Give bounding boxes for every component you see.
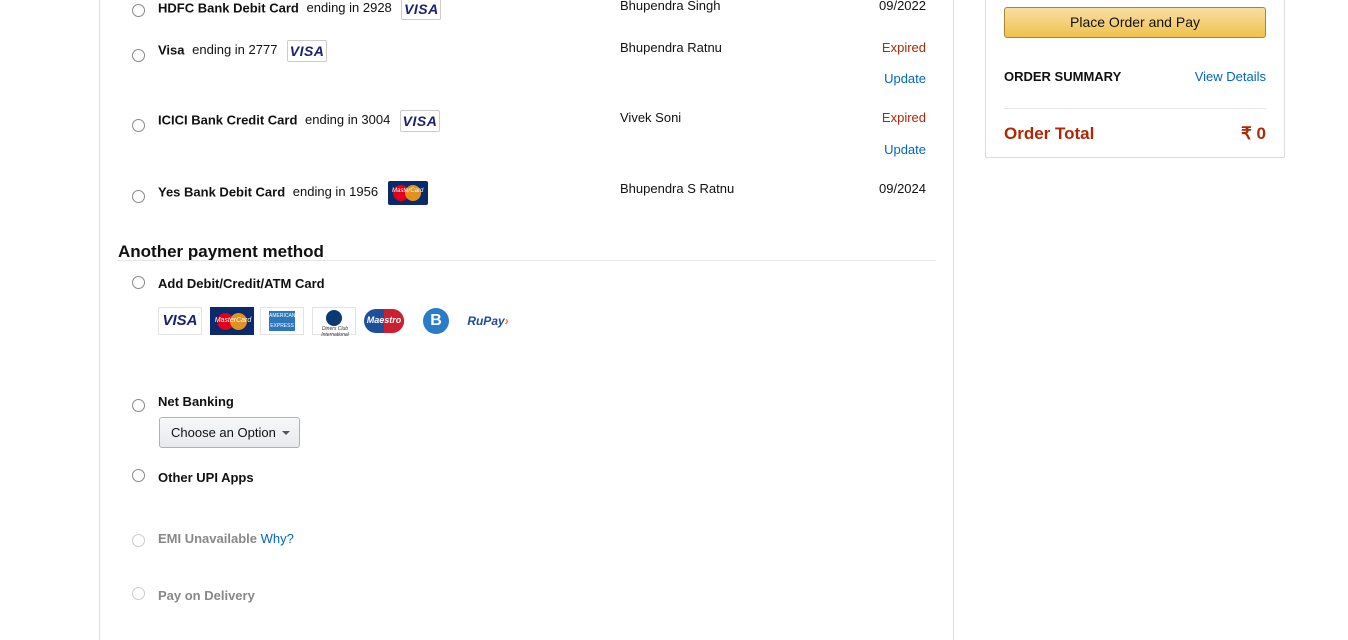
another-payment-title: Another payment method [118, 242, 324, 261]
order-total-label: Order Total [1004, 124, 1095, 143]
diners-club-icon: Diners Club International [312, 307, 356, 338]
card-ending: ending in 2777 [192, 42, 278, 58]
saved-card-row[interactable]: HDFC Bank Debit Card ending in 2928 VISA… [100, 0, 955, 28]
mastercard-icon: MasterCard [210, 307, 254, 335]
update-card-link[interactable]: Update [884, 71, 926, 86]
section-divider [118, 260, 936, 261]
card-expiry: 09/2022 [879, 0, 926, 13]
add-card-radio[interactable] [132, 276, 145, 289]
payment-methods-panel: HDFC Bank Debit Card ending in 2928 VISA… [99, 0, 954, 640]
bhim-icon: B [414, 307, 458, 335]
visa-icon: VISA [399, 110, 440, 132]
card-bank-name: Visa [158, 42, 185, 58]
amex-icon: AMERICAN EXPRESS [260, 307, 304, 335]
card-bank-name: Yes Bank Debit Card [158, 184, 286, 200]
pay-on-delivery-radio [132, 587, 145, 600]
pay-on-delivery-label: Pay on Delivery [158, 588, 255, 603]
saved-card-row[interactable]: Yes Bank Debit Card ending in 1956 Maste… [100, 177, 955, 217]
card-expiry: 09/2024 [879, 181, 926, 196]
net-banking-label[interactable]: Net Banking [158, 394, 234, 409]
order-total-value: ₹ 0 [1241, 124, 1266, 143]
update-card-link[interactable]: Update [884, 142, 926, 157]
saved-card-row[interactable]: ICICI Bank Credit Card ending in 3004 VI… [100, 106, 955, 157]
upi-label[interactable]: Other UPI Apps [158, 470, 254, 485]
card-radio[interactable] [132, 190, 145, 203]
dropdown-label: Choose an Option [171, 425, 276, 440]
saved-card-row[interactable]: Visa ending in 2777 VISA Bhupendra Ratnu… [100, 36, 955, 86]
add-card-label[interactable]: Add Debit/Credit/ATM Card [158, 276, 325, 291]
maestro-icon: Maestro [362, 307, 406, 335]
place-order-button[interactable]: Place Order and Pay [1004, 7, 1266, 38]
card-radio[interactable] [132, 49, 145, 62]
bank-select-dropdown[interactable]: Choose an Option [159, 417, 300, 448]
net-banking-radio[interactable] [132, 399, 145, 412]
card-ending: ending in 3004 [305, 112, 391, 128]
visa-icon: VISA [158, 307, 202, 335]
card-bank-name: ICICI Bank Credit Card [158, 112, 298, 128]
card-expired-status: Expired [881, 110, 926, 125]
card-bank-name: HDFC Bank Debit Card [158, 0, 299, 16]
rupay-icon: RuPay› [462, 307, 514, 335]
upi-radio[interactable] [132, 469, 145, 482]
card-radio[interactable] [132, 119, 145, 132]
card-radio[interactable] [132, 4, 145, 17]
mastercard-icon: MasterCard [387, 181, 428, 205]
card-holder-name: Bhupendra Singh [620, 0, 721, 13]
card-holder-name: Bhupendra S Ratnu [620, 181, 735, 196]
chevron-down-icon [282, 431, 290, 435]
card-holder-name: Bhupendra Ratnu [620, 40, 722, 55]
order-summary-label: ORDER SUMMARY [1004, 69, 1122, 84]
visa-icon: VISA [287, 40, 328, 62]
card-ending: ending in 2928 [306, 0, 392, 16]
emi-radio [132, 534, 145, 547]
card-ending: ending in 1956 [292, 184, 379, 200]
card-holder-name: Vivek Soni [620, 110, 682, 125]
emi-why-link[interactable]: Why? [261, 531, 294, 546]
visa-icon: VISA [401, 0, 442, 20]
card-expired-status: Expired [881, 40, 926, 55]
emi-unavailable-label: EMI Unavailable [158, 531, 257, 546]
summary-divider [1004, 108, 1266, 109]
view-details-link[interactable]: View Details [1195, 69, 1266, 84]
order-summary-box: Place Order and Pay ORDER SUMMARY View D… [985, 0, 1285, 158]
